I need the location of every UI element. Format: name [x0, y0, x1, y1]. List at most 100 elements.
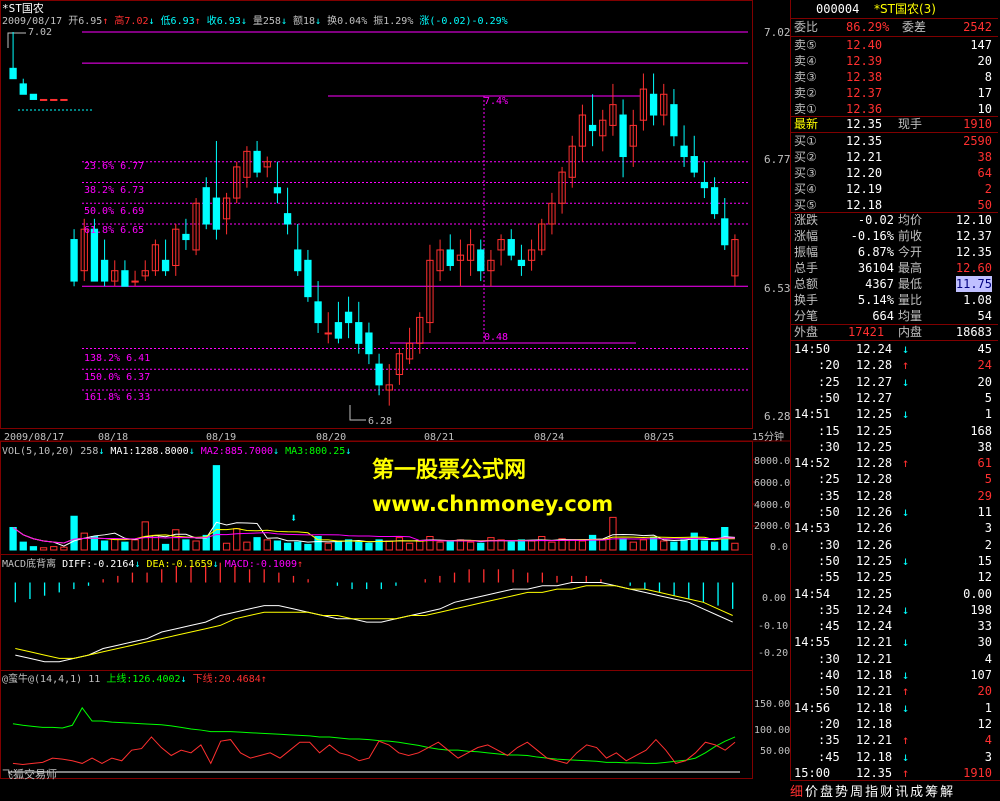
stat-label: 均量 — [898, 309, 923, 323]
tick-volume: 1910 — [963, 765, 992, 780]
chart-area[interactable]: ⬇ *ST国农 2009/08/17 开6.95↑ 高7.02↓ 低6.93↑ … — [0, 0, 791, 781]
tick-volume: 15 — [977, 553, 992, 568]
ask-row: 卖③ 12.38 8 — [790, 69, 998, 85]
ohlc-readout: 2009/08/17 开6.95↑ 高7.02↓ 低6.93↑ 收6.93↓ 量… — [2, 15, 508, 28]
tick-price: 12.27 — [856, 374, 893, 389]
bull-line — [12, 706, 736, 764]
bottom-tab[interactable]: 成 — [910, 785, 923, 800]
tick-price: 12.26 — [856, 537, 893, 552]
tick-arrow-icon: ↑ — [902, 456, 910, 471]
volume-bar — [578, 540, 587, 551]
volume-bar — [466, 541, 475, 551]
tick-row: 14:52 12.28 ↑ 61 — [790, 455, 998, 471]
bid-row: 买⑤ 12.18 50 — [790, 197, 998, 213]
stat-value: 4367 — [865, 277, 894, 291]
bottom-tab[interactable]: 周 — [850, 785, 863, 800]
tick-time: 15:00 — [794, 765, 831, 780]
tick-volume: 29 — [977, 488, 992, 503]
stock-name: *ST国农 — [2, 2, 44, 15]
tick-row: :15 12.25 168 — [790, 423, 998, 439]
tick-row: :50 12.21 ↑ 20 — [790, 683, 998, 699]
stat-value: 664 — [872, 309, 894, 323]
volume-bar — [548, 541, 556, 551]
fib-label: 38.2% 6.73 — [84, 185, 145, 196]
bottom-tab[interactable]: 解 — [940, 785, 953, 800]
close-arrow-icon: ↓ — [240, 16, 247, 27]
weibi-row: 委比 86.29% 委差 2542 — [790, 19, 998, 35]
bull-line — [12, 736, 736, 765]
volume-bar — [29, 546, 38, 551]
tick-time: :50 — [818, 505, 840, 519]
chart-canvas[interactable]: ⬇ — [0, 0, 790, 780]
bottom-tab[interactable]: 筹 — [925, 785, 938, 800]
bull-label: @蛮牛@(14,4,1) — [2, 674, 83, 685]
candle-body — [588, 124, 597, 132]
volume-bar — [507, 541, 515, 551]
candle-body — [39, 98, 48, 101]
price-axis-label: 6.53 — [764, 282, 791, 295]
period-selector[interactable]: 15分钟 — [752, 431, 784, 444]
bottom-tab[interactable]: 讯 — [895, 785, 908, 800]
bid-volume: 2 — [984, 182, 992, 196]
candle-body — [131, 280, 139, 283]
bull-lower: 下线:20.4684 — [192, 674, 261, 685]
bottom-tab[interactable]: 价 — [805, 785, 818, 800]
stat-label: 前收 — [898, 229, 923, 243]
bottom-tab[interactable]: 财 — [880, 785, 893, 800]
watermark-title: 第一股票公式网 — [372, 458, 527, 483]
bottom-tab[interactable]: 势 — [835, 785, 848, 800]
volume-bar — [527, 540, 536, 551]
stat-label: 总额 — [794, 277, 819, 291]
macd-line — [15, 582, 733, 663]
high-arrow-icon: ↓ — [148, 16, 155, 27]
volume-bar — [690, 532, 698, 551]
upper-arrow-icon: ↓ — [180, 674, 187, 685]
ask-row: 卖② 12.37 17 — [790, 85, 998, 101]
stat-label: 振幅 — [794, 245, 819, 259]
bid-volume: 50 — [977, 198, 992, 212]
stat-value: 54 — [977, 309, 992, 323]
stat-value: 6.87% — [857, 245, 894, 259]
tick-arrow-icon: ↓ — [902, 374, 910, 389]
last-price-row: 最新 12.35 现手 1910 — [790, 116, 998, 132]
stat-label: 涨跌 — [794, 213, 819, 227]
bottom-tab[interactable]: 细 — [790, 785, 803, 800]
tick-volume: 2 — [984, 537, 992, 552]
candle-body — [60, 98, 68, 101]
outer-label: 外盘 — [794, 325, 819, 339]
ask-label: 卖④ — [794, 54, 817, 68]
tick-volume: 20 — [977, 684, 992, 699]
tick-volume: 38 — [977, 439, 992, 454]
date-axis-label: 08/24 — [534, 432, 565, 443]
tick-row: :35 12.21 ↑ 4 — [790, 732, 998, 748]
tick-volume: 0.00 — [963, 586, 992, 601]
volume-bar — [497, 539, 505, 551]
bottom-tab[interactable]: 指 — [865, 785, 878, 800]
tick-row: :35 12.24 ↓ 198 — [790, 602, 998, 618]
volume-bar — [731, 542, 739, 551]
tick-volume: 5 — [984, 472, 992, 487]
bid-row: 买① 12.35 2590 — [790, 133, 998, 149]
stat-label: 换手 — [794, 293, 819, 307]
tick-price: 12.28 — [856, 456, 893, 471]
tick-price: 12.24 — [856, 602, 893, 617]
tick-time: :35 — [818, 733, 840, 748]
inner-label: 内盘 — [898, 325, 923, 339]
tick-row: :45 12.24 33 — [790, 618, 998, 634]
tick-arrow-icon: ↓ — [902, 505, 910, 519]
candle-body — [670, 104, 678, 137]
low-annotation: 6.28 — [368, 416, 393, 427]
tick-time: :30 — [818, 651, 840, 666]
amount-arrow-icon: ↓ — [315, 16, 322, 27]
tick-row: 14:56 12.18 ↓ 1 — [790, 700, 998, 716]
vol-axis-label: 0.0 — [770, 542, 789, 553]
tick-arrow-icon: ↓ — [902, 668, 910, 682]
tick-arrow-icon: ↑ — [902, 733, 910, 748]
candle-body — [50, 98, 58, 101]
tick-row: :50 12.26 ↓ 11 — [790, 504, 998, 520]
tick-time: :35 — [818, 488, 840, 503]
bottom-tab[interactable]: 盘 — [820, 785, 833, 800]
outer-inner-row: 外盘 17421 内盘 18683 — [790, 324, 998, 340]
stock-code: 000004 — [816, 2, 860, 16]
stat-label: 总手 — [794, 261, 819, 275]
